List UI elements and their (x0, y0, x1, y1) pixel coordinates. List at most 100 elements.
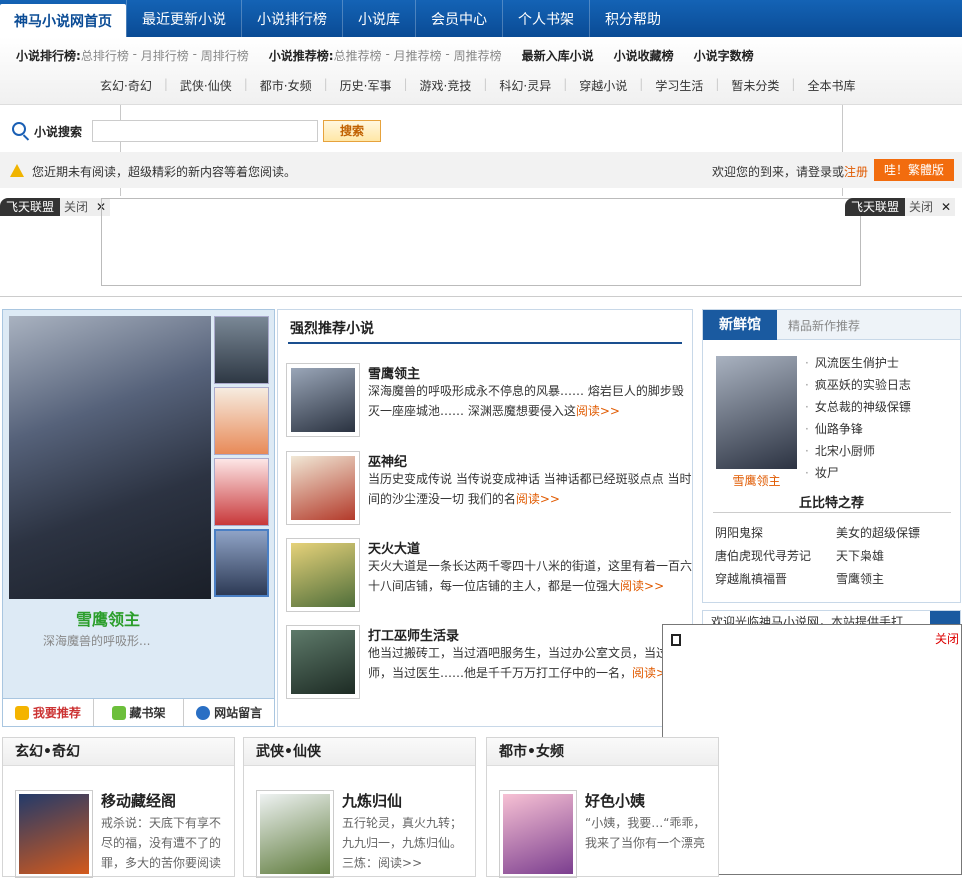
cupid-picks-grid: 阴阳鬼探 美女的超级保镖 唐伯虎现代寻芳记 天下枭雄 穿越胤禛福晋 雪鹰领主 (715, 524, 957, 586)
category-link[interactable]: 学习生活 (655, 77, 703, 94)
divider (713, 512, 951, 513)
nav-member[interactable]: 会员中心 (415, 0, 502, 37)
book-cover[interactable] (286, 363, 360, 437)
tab-new-works[interactable]: 精品新作推荐 (788, 317, 860, 334)
nav-rankings[interactable]: 小说排行榜 (241, 0, 342, 37)
search-input[interactable] (92, 120, 318, 142)
rank-label: 小说排行榜: (16, 49, 81, 63)
collect-rank-link[interactable]: 小说收藏榜 (614, 47, 674, 64)
register-link[interactable]: 注册 (844, 165, 868, 179)
category-link[interactable]: 武侠·仙侠 (180, 77, 232, 94)
recommend-button[interactable]: 我要推荐 (3, 699, 94, 726)
category-link[interactable]: 玄幻·奇幻 (100, 77, 152, 94)
nav-latest[interactable]: 最近更新小说 (126, 0, 241, 37)
list-item[interactable]: 穿越胤禛福晋 (715, 570, 836, 586)
divider (0, 296, 962, 297)
section-heading: 强烈推荐小说 (290, 321, 374, 337)
category-link[interactable]: 暂未分类 (731, 77, 779, 94)
fresh-picks-panel: 新鲜馆 精品新作推荐 雪鹰领主 风流医生俏护士 疯巫妖的实验日志 女总裁的神级保… (702, 309, 961, 603)
guestbook-button[interactable]: 网站留言 (184, 699, 274, 726)
read-link[interactable]: 阅读>> (576, 404, 620, 418)
list-item[interactable]: 美女的超级保镖 (836, 524, 957, 540)
list-item[interactable]: 雪鹰领主 (836, 570, 957, 586)
book-cover[interactable] (256, 790, 334, 878)
thumbnail[interactable] (214, 529, 269, 597)
category-link[interactable]: 历史·军事 (340, 77, 392, 94)
tab-fresh[interactable]: 新鲜馆 (703, 310, 777, 340)
book-title[interactable]: 雪鹰领主 (368, 363, 420, 382)
rec-week-link[interactable]: 周推荐榜 (454, 47, 502, 64)
thumbnail[interactable] (214, 458, 269, 526)
sub-navigation: 小说排行榜: 总排行榜 - 月排行榜 - 周排行榜 小说推荐榜: 总推荐榜 - … (0, 37, 962, 105)
featured-title[interactable]: 雪鹰领主 (3, 606, 213, 630)
category-link[interactable]: 游戏·竞技 (420, 77, 472, 94)
list-item[interactable]: 唐伯虎现代寻芳记 (715, 547, 836, 563)
list-item[interactable]: 风流医生俏护士 (805, 352, 911, 374)
rec-total-link[interactable]: 总推荐榜 (334, 47, 382, 64)
rec-month-link[interactable]: 月推荐榜 (394, 47, 442, 64)
list-item[interactable]: 天下枭雄 (836, 547, 957, 563)
read-link[interactable]: 阅读>> (516, 492, 560, 506)
read-link[interactable]: 阅读>> (620, 579, 664, 593)
section-title[interactable]: 武侠•仙侠 (244, 738, 475, 766)
close-icon[interactable]: ✕ (937, 198, 956, 216)
ad-network-label: 飞天联盟 (845, 198, 906, 216)
book-cover[interactable] (15, 790, 93, 878)
recommend-item: 巫神纪 当历史变成传说 当传说变成神话 当神话都已经斑驳点点 当时间的沙尘湮没一… (286, 451, 692, 531)
list-item[interactable]: 女总裁的神级保镖 (805, 396, 911, 418)
section-title[interactable]: 玄幻•奇幻 (3, 738, 234, 766)
thumbnail[interactable] (214, 316, 269, 384)
new-books-link[interactable]: 最新入库小说 (522, 47, 594, 64)
tab-bar: 新鲜馆 精品新作推荐 (703, 310, 960, 340)
nav-bookshelf[interactable]: 个人书架 (502, 0, 589, 37)
pick-cover-image[interactable] (716, 356, 797, 469)
category-link[interactable]: 科幻·灵异 (499, 77, 551, 94)
rank-month-link[interactable]: 月排行榜 (141, 47, 189, 64)
nav-points-help[interactable]: 积分帮助 (589, 0, 676, 37)
list-item[interactable]: 疯巫妖的实验日志 (805, 374, 911, 396)
nav-home[interactable]: 神马小说网首页 (0, 4, 126, 37)
book-title[interactable]: 移动藏经阁 (101, 790, 176, 811)
book-title[interactable]: 好色小姨 (585, 790, 645, 811)
category-link[interactable]: 都市·女频 (260, 77, 312, 94)
ad-close-link[interactable]: 关闭 (60, 198, 93, 216)
ad-banner[interactable] (101, 198, 861, 286)
list-item[interactable]: 妆尸 (805, 462, 911, 484)
list-item[interactable]: 仙路争锋 (805, 418, 911, 440)
book-cover[interactable] (286, 451, 360, 525)
category-link[interactable]: 全本书库 (807, 77, 855, 94)
read-link[interactable]: 阅读>> (378, 856, 422, 870)
book-title[interactable]: 天火大道 (368, 538, 420, 557)
warning-icon (10, 164, 24, 177)
section-title[interactable]: 都市•女频 (487, 738, 718, 766)
read-link[interactable]: 阅读 (197, 856, 221, 870)
search-button[interactable]: 搜索 (323, 120, 381, 142)
list-item[interactable]: 阴阳鬼探 (715, 524, 836, 540)
category-link[interactable]: 穿越小说 (579, 77, 627, 94)
traditional-chinese-button[interactable]: 哇！繁體版 (874, 159, 954, 181)
featured-book-panel: 雪鹰领主 深海魔兽的呼吸形... 我要推荐 藏书架 网站留言 (2, 309, 275, 727)
nav-library[interactable]: 小说库 (342, 0, 415, 37)
wordcount-rank-link[interactable]: 小说字数榜 (694, 47, 754, 64)
rank-week-link[interactable]: 周排行榜 (201, 47, 249, 64)
book-cover[interactable] (286, 625, 360, 699)
pick-title[interactable]: 雪鹰领主 (703, 472, 810, 489)
category-links-row: 玄幻·奇幻 | 武侠·仙侠 | 都市·女频 | 历史·军事 | 游戏·竞技 | 科幻·灵异… (100, 77, 856, 94)
book-title[interactable]: 打工巫师生活录 (368, 625, 459, 644)
popup-close-link[interactable]: 关闭 (935, 630, 959, 647)
featured-cover-image[interactable] (9, 316, 211, 599)
recommend-item: 打工巫师生活录 他当过搬砖工，当过酒吧服务生，当过办公室文员，当过 师，当过医生…… (286, 625, 692, 705)
book-title[interactable]: 巫神纪 (368, 451, 407, 470)
list-item[interactable]: 北宋小厨师 (805, 440, 911, 462)
bookshelf-button[interactable]: 藏书架 (94, 699, 185, 726)
thumbnail[interactable] (214, 387, 269, 455)
book-cover[interactable] (499, 790, 577, 878)
rank-total-link[interactable]: 总排行榜 (81, 47, 129, 64)
book-desc: 天火大道是一条长达两千零四十八米的街道，这里有着一百六十八间店铺，每一位店铺的主… (368, 559, 693, 593)
search-icon (12, 122, 26, 136)
ad-close-link[interactable]: 关闭 (905, 198, 938, 216)
recommend-item: 天火大道 天火大道是一条长达两千零四十八米的街道，这里有着一百六十八间店铺，每一… (286, 538, 692, 618)
book-cover[interactable] (286, 538, 360, 612)
ranking-links-row: 小说排行榜: 总排行榜 - 月排行榜 - 周排行榜 小说推荐榜: 总推荐榜 - … (16, 47, 754, 64)
book-title[interactable]: 九炼归仙 (342, 790, 402, 811)
